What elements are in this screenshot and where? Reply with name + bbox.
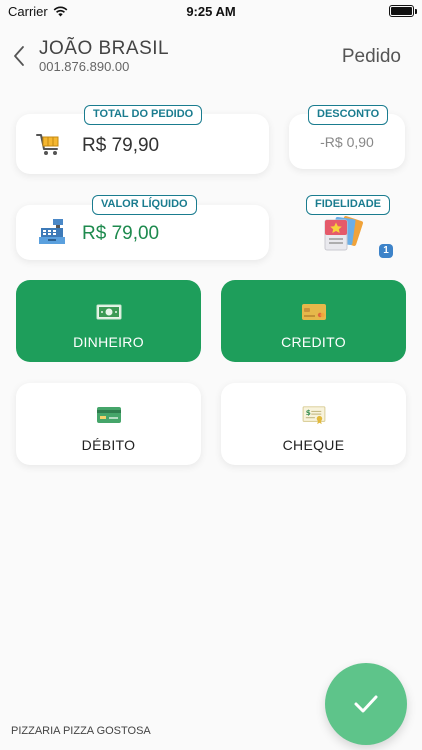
check-payment-button[interactable]: $ CHEQUE	[221, 383, 406, 465]
customer-document: 001.876.890.00	[39, 59, 130, 74]
debit-payment-label: DÉBITO	[81, 437, 136, 453]
loyalty-count-badge: 1	[379, 244, 393, 258]
shopping-cart-icon	[36, 134, 59, 155]
store-name: PIZZARIA PIZZA GOSTOSA	[11, 725, 151, 737]
debit-card-icon	[96, 407, 121, 423]
chevron-left-icon	[14, 46, 24, 66]
check-icon: $	[302, 406, 325, 425]
cash-register-icon	[39, 219, 65, 244]
customer-name: JOÃO BRASIL	[39, 38, 170, 59]
order-total-value: R$ 79,90	[82, 135, 160, 156]
net-value-tag: VALOR LÍQUIDO	[92, 195, 197, 215]
status-bar: Carrier 9:25 AM	[0, 0, 422, 22]
check-payment-label: CHEQUE	[282, 437, 345, 453]
back-button[interactable]	[10, 44, 30, 68]
battery-icon	[389, 5, 417, 17]
cash-payment-label: DINHEIRO	[73, 334, 144, 350]
credit-card-icon	[301, 304, 326, 320]
svg-text:$: $	[305, 408, 310, 417]
loyalty-tag[interactable]: FIDELIDADE	[306, 195, 390, 215]
discount-tag: DESCONTO	[308, 105, 389, 125]
confirm-button[interactable]	[325, 663, 407, 745]
debit-payment-button[interactable]: DÉBITO	[16, 383, 201, 465]
page-title: Pedido	[341, 46, 401, 67]
net-value: R$ 79,00	[82, 223, 160, 244]
header: JOÃO BRASIL 001.876.890.00 Pedido	[0, 36, 422, 76]
status-time: 9:25 AM	[186, 4, 236, 19]
order-total-tag: TOTAL DO PEDIDO	[84, 105, 203, 125]
loyalty-button[interactable]: 1	[322, 214, 394, 260]
credit-payment-button[interactable]: CREDITO	[221, 280, 406, 362]
discount-value: -R$ 0,90	[320, 134, 374, 150]
cash-payment-button[interactable]: DINHEIRO	[16, 280, 201, 362]
checkmark-icon	[354, 695, 378, 713]
cash-icon	[96, 304, 121, 320]
loyalty-cards-icon	[324, 216, 364, 251]
credit-payment-label: CREDITO	[281, 334, 346, 350]
